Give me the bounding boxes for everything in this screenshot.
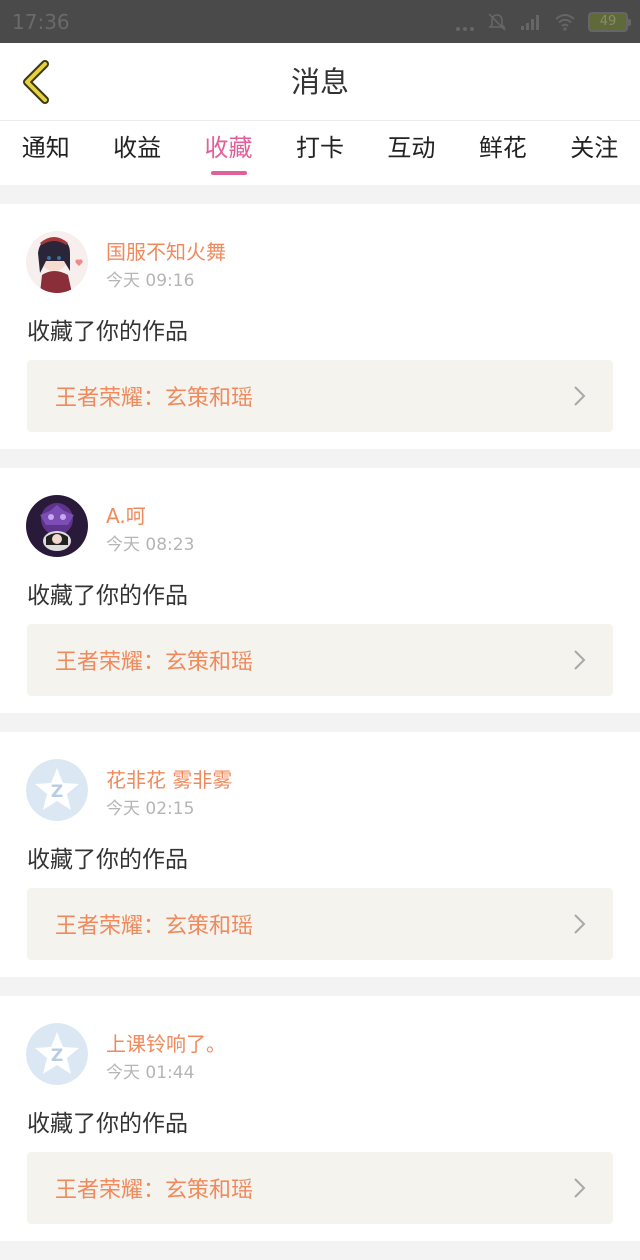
tab-bar: 通知 收益 收藏 打卡 互动 鲜花 关注 <box>0 121 640 185</box>
message-card: Z 花非花 雾非雾 今天 02:15 收藏了你的作品 王者荣耀：玄策和瑶 <box>0 732 640 977</box>
status-icons: 49 <box>456 11 631 32</box>
username[interactable]: 花非花 雾非雾 <box>106 764 232 793</box>
tab-notifications[interactable]: 通知 <box>0 121 91 185</box>
tab-label: 通知 <box>21 134 70 162</box>
work-link[interactable]: 王者荣耀：玄策和瑶 <box>27 360 613 432</box>
mute-bell-icon <box>488 12 506 31</box>
chevron-right-icon <box>574 386 586 406</box>
tab-label: 收益 <box>113 134 162 162</box>
tab-label: 鲜花 <box>478 134 527 162</box>
default-star-avatar-icon: Z <box>26 759 88 821</box>
work-title: 王者荣耀：玄策和瑶 <box>55 650 254 675</box>
work-link[interactable]: 王者荣耀：玄策和瑶 <box>27 624 613 696</box>
timestamp: 今天 01:44 <box>106 1063 195 1083</box>
timestamp: 今天 08:23 <box>106 535 195 555</box>
tab-interaction[interactable]: 互动 <box>366 121 457 185</box>
username[interactable]: 上课铃响了。 <box>106 1028 226 1057</box>
tab-underline <box>210 171 247 175</box>
action-text: 收藏了你的作品 <box>27 583 188 609</box>
tab-checkin[interactable]: 打卡 <box>274 121 365 185</box>
timestamp: 今天 09:16 <box>106 271 195 291</box>
work-link[interactable]: 王者荣耀：玄策和瑶 <box>27 888 613 960</box>
tab-label: 互动 <box>387 134 436 162</box>
header: 消息 <box>0 43 640 121</box>
tab-favorites[interactable]: 收藏 <box>183 121 274 185</box>
anime-girl-avatar-icon <box>26 231 88 293</box>
tab-flowers[interactable]: 鲜花 <box>457 121 548 185</box>
more-dots-icon <box>456 13 474 31</box>
status-time: 17:36 <box>12 9 70 34</box>
message-card: Z 上课铃响了。 今天 01:44 收藏了你的作品 王者荣耀：玄策和瑶 <box>0 996 640 1241</box>
message-list: 国服不知火舞 今天 09:16 收藏了你的作品 王者荣耀：玄策和瑶 A.呵 今天… <box>0 204 640 1260</box>
page-title: 消息 <box>290 65 349 99</box>
chevron-right-icon <box>574 1178 586 1198</box>
timestamp: 今天 02:15 <box>106 799 195 819</box>
avatar[interactable] <box>26 495 88 557</box>
status-bar: 17:36 49 <box>0 0 640 43</box>
tab-follow[interactable]: 关注 <box>549 121 640 185</box>
battery-icon: 49 <box>588 11 631 32</box>
avatar[interactable]: Z <box>26 1023 88 1085</box>
action-text: 收藏了你的作品 <box>27 1111 188 1137</box>
action-text: 收藏了你的作品 <box>27 319 188 345</box>
tab-label: 关注 <box>570 134 619 162</box>
action-text: 收藏了你的作品 <box>27 847 188 873</box>
tab-label: 收藏 <box>204 134 253 162</box>
work-title: 王者荣耀：玄策和瑶 <box>55 1178 254 1203</box>
avatar[interactable] <box>26 231 88 293</box>
wifi-icon <box>555 13 575 31</box>
svg-text:Z: Z <box>51 782 63 802</box>
work-title: 王者荣耀：玄策和瑶 <box>55 914 254 939</box>
signal-icon <box>521 14 539 30</box>
message-card: 国服不知火舞 今天 09:16 收藏了你的作品 王者荣耀：玄策和瑶 <box>0 204 640 449</box>
svg-text:Z: Z <box>51 1046 63 1066</box>
chevron-right-icon <box>574 914 586 934</box>
username[interactable]: 国服不知火舞 <box>106 236 226 265</box>
work-title: 王者荣耀：玄策和瑶 <box>55 386 254 411</box>
default-star-avatar-icon: Z <box>26 1023 88 1085</box>
message-card: A.呵 今天 08:23 收藏了你的作品 王者荣耀：玄策和瑶 <box>0 468 640 713</box>
avatar[interactable]: Z <box>26 759 88 821</box>
chevron-right-icon <box>574 650 586 670</box>
work-link[interactable]: 王者荣耀：玄策和瑶 <box>27 1152 613 1224</box>
battery-level: 49 <box>599 14 617 29</box>
purple-dark-avatar-icon <box>26 495 88 557</box>
username[interactable]: A.呵 <box>106 500 146 529</box>
tab-earnings[interactable]: 收益 <box>91 121 182 185</box>
tab-label: 打卡 <box>295 134 344 162</box>
